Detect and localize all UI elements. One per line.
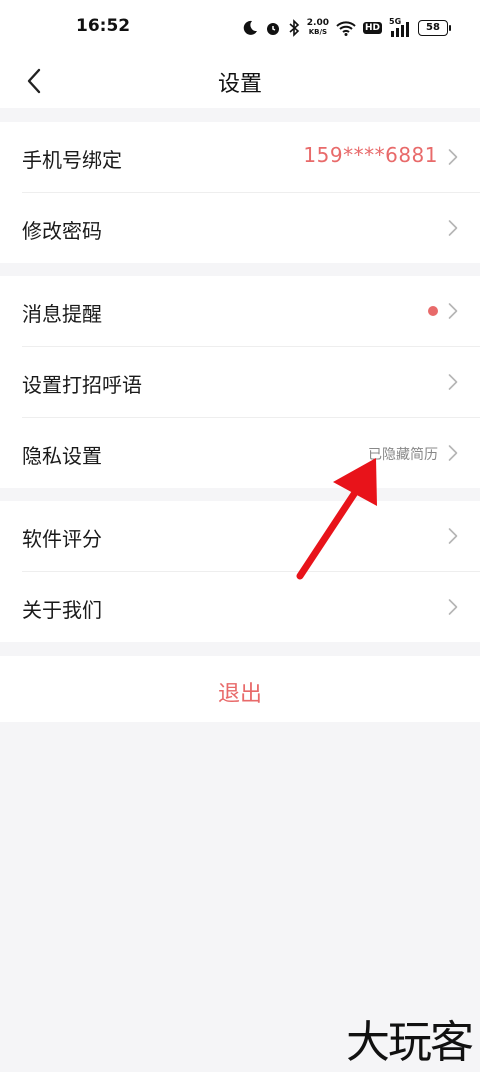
settings-row-change-password[interactable]: 修改密码 [22, 193, 480, 263]
signal-icon: 5G [389, 17, 411, 37]
network-speed: 2.00 KB/S [307, 19, 329, 37]
watermark-logo: 大玩客 [346, 1017, 474, 1068]
chevron-right-icon [448, 528, 458, 544]
status-icons: 2.00 KB/S HD 5G 58 [242, 14, 451, 42]
row-label: 关于我们 [22, 598, 102, 622]
wifi-icon [336, 21, 356, 36]
chevron-right-icon [448, 303, 458, 319]
row-label: 隐私设置 [22, 444, 102, 468]
page-title: 设置 [217, 72, 262, 97]
chevron-right-icon [448, 220, 458, 236]
alarm-icon [266, 23, 279, 35]
logout-button[interactable]: 退出 [0, 656, 480, 722]
chevron-right-icon [448, 445, 458, 461]
signal-label: 5G [389, 17, 402, 26]
battery-indicator: 58 [418, 20, 451, 36]
unread-dot [428, 306, 438, 316]
row-label: 设置打招呼语 [22, 373, 142, 397]
chevron-right-icon [448, 599, 458, 615]
row-label: 消息提醒 [22, 302, 102, 326]
settings-row-privacy[interactable]: 隐私设置 已隐藏简历 [22, 418, 480, 488]
settings-row-rate-app[interactable]: 软件评分 [22, 501, 480, 572]
settings-group-account: 手机号绑定 159****6881 修改密码 [0, 122, 480, 263]
settings-row-greeting[interactable]: 设置打招呼语 [22, 347, 480, 418]
privacy-hint: 已隐藏简历 [368, 447, 438, 463]
settings-row-about-us[interactable]: 关于我们 [22, 572, 480, 642]
chevron-right-icon [448, 374, 458, 390]
chevron-right-icon [448, 149, 458, 165]
row-label: 手机号绑定 [22, 148, 122, 172]
row-label: 软件评分 [22, 527, 102, 551]
settings-group-notifications: 消息提醒 设置打招呼语 隐私设置 已隐藏简历 [0, 276, 480, 488]
settings-group-about: 软件评分 关于我们 [0, 501, 480, 642]
nav-bar: 设置 [0, 56, 480, 108]
moon-icon [243, 20, 257, 35]
settings-row-message-reminder[interactable]: 消息提醒 [22, 276, 480, 347]
hd-badge: HD [362, 22, 382, 34]
phone-number-value: 159****6881 [303, 143, 438, 167]
logout-label: 退出 [217, 682, 262, 707]
status-time: 16:52 [76, 16, 131, 36]
row-label: 修改密码 [22, 219, 102, 243]
settings-row-phone-binding[interactable]: 手机号绑定 159****6881 [22, 122, 480, 193]
network-speed-unit: KB/S [308, 28, 328, 36]
status-bar: 16:52 2.00 KB/S HD 5G 58 [0, 0, 480, 56]
network-speed-value: 2.00 [306, 18, 329, 28]
bluetooth-icon [289, 19, 299, 37]
